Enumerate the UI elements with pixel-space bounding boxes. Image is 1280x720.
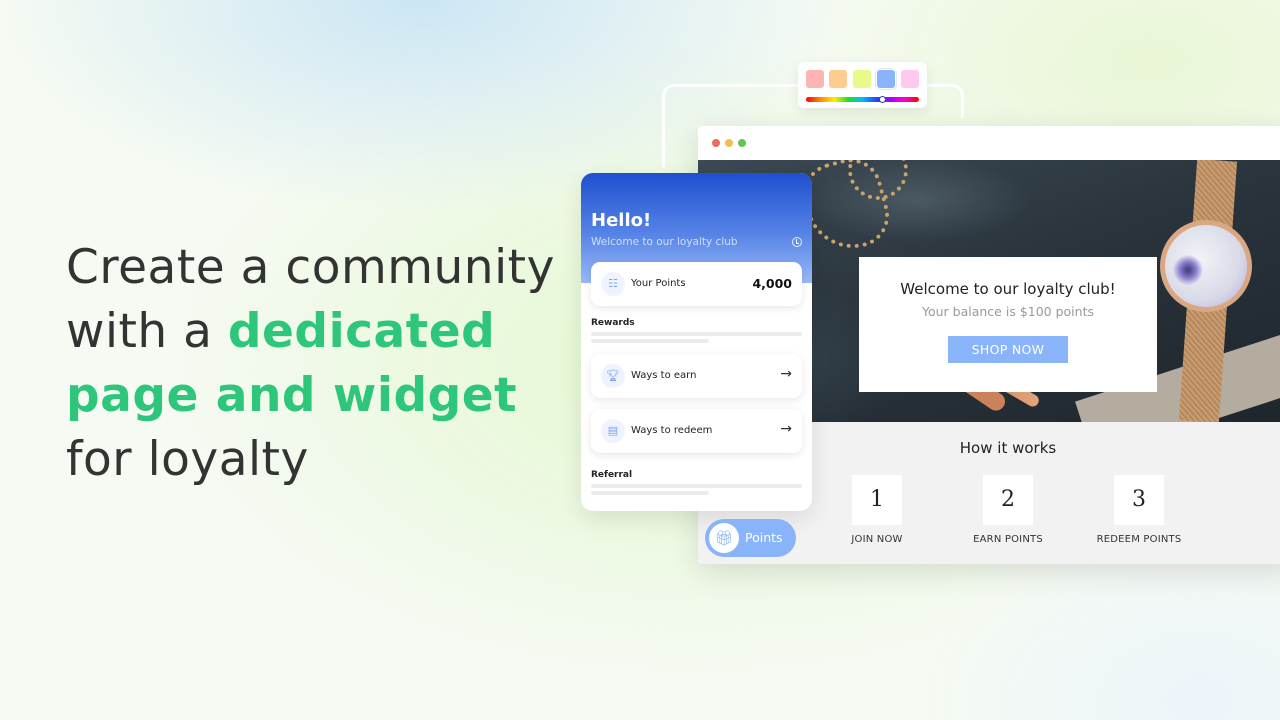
color-swatch[interactable] bbox=[901, 70, 919, 88]
ways-to-redeem-label: Ways to redeem bbox=[631, 425, 713, 436]
welcome-card: Welcome to our loyalty club! Your balanc… bbox=[859, 257, 1157, 392]
step-number: 1 bbox=[852, 475, 902, 525]
trophy-icon: 🏆︎ bbox=[601, 364, 625, 388]
watch-face-image bbox=[1160, 220, 1252, 312]
color-swatch[interactable] bbox=[829, 70, 847, 88]
skeleton-line bbox=[591, 332, 802, 336]
gift-icon: 🎁︎ bbox=[709, 523, 739, 553]
maximize-window-dot[interactable] bbox=[738, 139, 746, 147]
headline: Create a community with a dedicated page… bbox=[66, 236, 566, 492]
rewards-label: Rewards bbox=[591, 318, 635, 328]
color-swatch[interactable] bbox=[875, 68, 897, 90]
arrow-right-icon: → bbox=[780, 366, 792, 382]
skeleton-line bbox=[591, 491, 709, 495]
ways-to-redeem-item[interactable]: ▤ Ways to redeem → bbox=[591, 409, 802, 453]
step-label: REDEEM POINTS bbox=[1096, 534, 1182, 545]
history-icon[interactable] bbox=[792, 237, 802, 247]
points-launcher-button[interactable]: 🎁︎ Points bbox=[705, 519, 796, 557]
color-swatch[interactable] bbox=[806, 70, 824, 88]
points-value: 4,000 bbox=[752, 276, 792, 291]
step-earn: 2 EARN POINTS bbox=[938, 475, 1078, 545]
minimize-window-dot[interactable] bbox=[725, 139, 733, 147]
coins-icon: ☷ bbox=[601, 272, 625, 296]
points-launcher-label: Points bbox=[745, 530, 783, 545]
ways-to-earn-item[interactable]: 🏆︎ Ways to earn → bbox=[591, 354, 802, 398]
step-redeem: 3 REDEEM POINTS bbox=[1069, 475, 1209, 545]
step-join: 1 JOIN NOW bbox=[807, 475, 947, 545]
points-card: ☷ Your Points 4,000 bbox=[591, 262, 802, 306]
step-label: EARN POINTS bbox=[973, 534, 1043, 545]
close-window-dot[interactable] bbox=[712, 139, 720, 147]
skeleton-line bbox=[591, 484, 802, 488]
step-number: 2 bbox=[983, 475, 1033, 525]
arrow-right-icon: → bbox=[780, 421, 792, 437]
step-label: JOIN NOW bbox=[851, 534, 903, 545]
welcome-title: Welcome to our loyalty club! bbox=[900, 280, 1116, 298]
headline-text-2: for loyalty bbox=[66, 432, 309, 487]
hue-slider-thumb[interactable] bbox=[878, 96, 886, 103]
referral-label: Referral bbox=[591, 470, 633, 480]
widget-greeting: Hello! bbox=[591, 210, 652, 231]
hue-slider[interactable] bbox=[806, 97, 919, 102]
widget-subtitle: Welcome to our loyalty club bbox=[591, 236, 738, 248]
coin-stack-icon: ▤ bbox=[601, 419, 625, 443]
points-label: Your Points bbox=[631, 278, 686, 289]
color-swatch[interactable] bbox=[853, 70, 871, 88]
balance-text: Your balance is $100 points bbox=[922, 304, 1094, 319]
loyalty-widget: Hello! Welcome to our loyalty club ☷ You… bbox=[581, 173, 812, 511]
shop-now-button[interactable]: SHOP NOW bbox=[948, 336, 1068, 363]
color-palette bbox=[798, 62, 927, 108]
step-number: 3 bbox=[1114, 475, 1164, 525]
browser-title-bar bbox=[698, 126, 1280, 160]
skeleton-line bbox=[591, 339, 709, 343]
ways-to-earn-label: Ways to earn bbox=[631, 370, 697, 381]
